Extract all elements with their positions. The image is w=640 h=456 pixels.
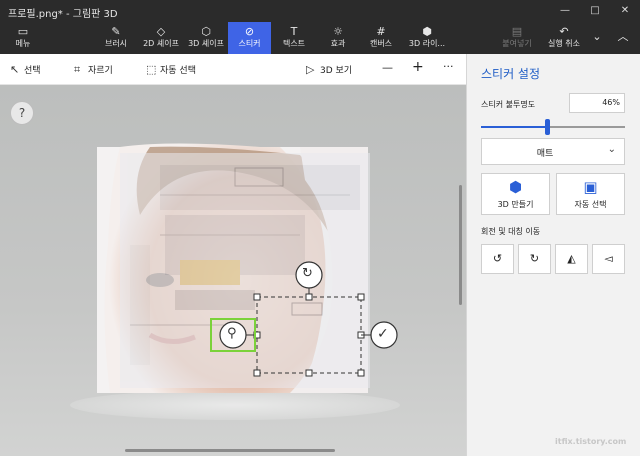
- ribbon: ▭ 메뉴 ✎ 브러시 ◇ 2D 셰이프 ⬡ 3D 셰이프 ⊘ 스티커 T 텍스트…: [0, 22, 640, 54]
- zoom-in-button[interactable]: +: [412, 59, 424, 75]
- close-button[interactable]: ✕: [610, 0, 640, 22]
- brush-icon: ✎: [111, 25, 121, 38]
- select-label: 선택: [24, 66, 41, 76]
- tab-label: 스티커: [238, 39, 261, 48]
- tab-label: 효과: [330, 39, 346, 48]
- menu-button[interactable]: ▭ 메뉴: [6, 22, 40, 54]
- magic-select-tool[interactable]: ⬚ 자동 선택: [146, 63, 196, 76]
- tab-canvas[interactable]: # 캔버스: [362, 22, 400, 54]
- opacity-input[interactable]: 46%: [569, 93, 625, 113]
- flip-vertical-button[interactable]: ◅: [592, 244, 625, 274]
- zoom-out-button[interactable]: —: [382, 61, 393, 74]
- 3d-view-icon: ▷: [306, 63, 315, 76]
- sticker-settings-panel: 스티커 설정 스티커 불투명도 46% 매트 ⌄ ⬢ 3D 만들기 ▣ 자동 선…: [466, 54, 640, 456]
- horizontal-scrollbar[interactable]: [125, 449, 335, 452]
- menu-label: 메뉴: [15, 39, 31, 48]
- tab-2d-shapes[interactable]: ◇ 2D 셰이프: [138, 22, 184, 54]
- more-options-button[interactable]: ···: [443, 60, 454, 73]
- 3d-library-icon: ⬢: [422, 25, 432, 38]
- make-3d-label: 3D 만들기: [497, 200, 534, 209]
- tab-label: 텍스트: [282, 39, 306, 48]
- crop-tool[interactable]: ⌗ 자르기: [74, 63, 113, 77]
- stamp-icon[interactable]: ⚲: [227, 326, 237, 341]
- view-3d-label: 3D 보기: [320, 66, 353, 76]
- undo-button[interactable]: ↶ 실행 취소: [542, 22, 586, 54]
- vertical-scrollbar[interactable]: [459, 185, 462, 305]
- tab-label: 3D 셰이프: [188, 39, 224, 48]
- rotate-left-button[interactable]: ↺: [481, 244, 514, 274]
- canvas-toolbar: ↖ 선택 ⌗ 자르기 ⬚ 자동 선택 ▷ 3D 보기 — + ···: [0, 54, 466, 85]
- paste-button[interactable]: ▤ 붙여넣기: [496, 22, 538, 54]
- checkmark-icon[interactable]: ✓: [377, 326, 389, 342]
- make-3d-button[interactable]: ⬢ 3D 만들기: [481, 173, 550, 215]
- finish-select-value: 매트: [536, 149, 554, 159]
- 2d-shapes-icon: ◇: [156, 25, 166, 38]
- rotate-flip-label: 회전 및 대칭 이동: [481, 227, 541, 236]
- tab-3d-library[interactable]: ⬢ 3D 라이...: [404, 22, 450, 54]
- minimize-button[interactable]: —: [550, 0, 580, 22]
- tab-label: 캔버스: [369, 39, 393, 48]
- magic-select-icon: ▣: [583, 178, 598, 196]
- sticker-overlay: [120, 153, 370, 388]
- magic-select-label: 자동 선택: [160, 66, 196, 76]
- canvas-area[interactable]: ? ↻ ✓ ⚲: [0, 85, 466, 456]
- tab-effects[interactable]: ☼ 효과: [320, 22, 356, 54]
- magic-select-button[interactable]: ▣ 자동 선택: [556, 173, 625, 215]
- cube-icon: ⬢: [508, 178, 523, 196]
- rotate-icon[interactable]: ↻: [302, 266, 313, 281]
- opacity-slider-fill: [481, 126, 548, 128]
- chevron-up-icon: ︿: [617, 30, 629, 43]
- panel-title: 스티커 설정: [481, 67, 541, 81]
- rotate-right-button[interactable]: ↻: [518, 244, 551, 274]
- cursor-icon: ↖: [10, 63, 20, 76]
- tab-label: 3D 라이...: [408, 39, 446, 48]
- opacity-slider-thumb[interactable]: [545, 119, 551, 135]
- opacity-slider[interactable]: [481, 119, 625, 135]
- text-icon: T: [290, 25, 298, 38]
- tab-stickers[interactable]: ⊘ 스티커: [228, 22, 271, 54]
- opacity-label: 스티커 불투명도: [481, 100, 536, 109]
- chevron-down-icon: ⌄: [592, 30, 602, 43]
- tab-3d-shapes[interactable]: ⬡ 3D 셰이프: [184, 22, 228, 54]
- title-bar: 프로필.png* - 그림판 3D — □ ✕: [0, 0, 640, 22]
- watermark-text: itfix.tistory.com: [555, 437, 627, 446]
- menu-icon: ▭: [17, 25, 29, 38]
- tab-brushes[interactable]: ✎ 브러시: [98, 22, 134, 54]
- 3d-shapes-icon: ⬡: [201, 25, 211, 38]
- chevron-down-icon: ⌄: [607, 144, 616, 155]
- effects-icon: ☼: [333, 25, 343, 38]
- collapse-ribbon-button[interactable]: ︿: [612, 22, 634, 54]
- undo-history-dropdown[interactable]: ⌄: [588, 22, 606, 54]
- finish-select[interactable]: 매트 ⌄: [481, 138, 625, 165]
- tab-text[interactable]: T 텍스트: [275, 22, 313, 54]
- view-3d-toggle[interactable]: ▷ 3D 보기: [306, 63, 352, 76]
- magic-select-icon: ⬚: [146, 63, 157, 76]
- flip-horizontal-button[interactable]: ◭: [555, 244, 588, 274]
- paste-label: 붙여넣기: [502, 39, 532, 48]
- canvas-icon: #: [376, 25, 386, 38]
- maximize-button[interactable]: □: [580, 0, 610, 22]
- tab-label: 2D 셰이프: [143, 39, 179, 48]
- window-title: 프로필.png* - 그림판 3D: [8, 9, 118, 20]
- undo-icon: ↶: [559, 25, 569, 38]
- paste-icon: ▤: [511, 25, 523, 38]
- drawing-canvas[interactable]: [0, 85, 466, 456]
- magic-select-label: 자동 선택: [574, 200, 607, 209]
- crop-icon: ⌗: [74, 63, 81, 76]
- stickers-icon: ⊘: [244, 25, 255, 38]
- crop-label: 자르기: [88, 66, 113, 76]
- undo-label: 실행 취소: [548, 39, 580, 48]
- tab-label: 브러시: [104, 39, 128, 48]
- select-tool[interactable]: ↖ 선택: [10, 63, 41, 76]
